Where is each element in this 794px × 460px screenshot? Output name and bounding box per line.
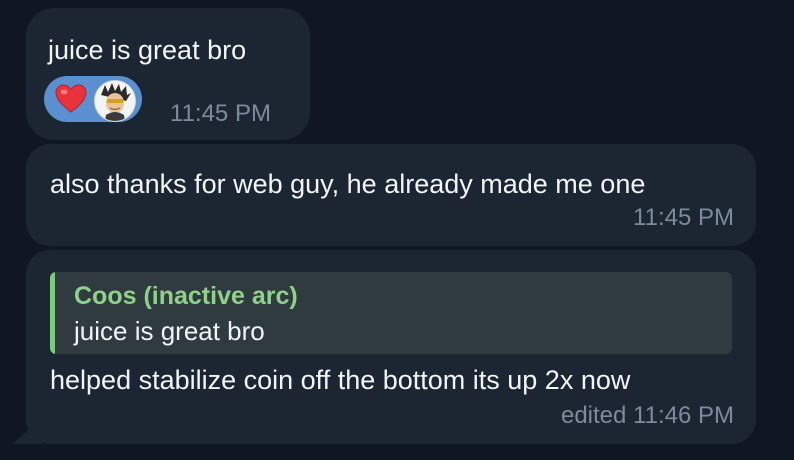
reply-quote[interactable]: Coos (inactive arc) juice is great bro [50, 272, 732, 354]
message-bubble[interactable]: also thanks for web guy, he already made… [26, 144, 756, 246]
reactions-pill[interactable] [44, 76, 142, 122]
reply-author: Coos (inactive arc) [74, 282, 298, 310]
user-avatar-icon [94, 80, 136, 122]
message-bubble[interactable]: Coos (inactive arc) juice is great bro h… [12, 250, 756, 444]
reply-text: juice is great bro [74, 316, 265, 346]
message-text: helped stabilize coin off the bottom its… [50, 365, 631, 395]
heart-icon [55, 84, 87, 113]
message-timestamp: edited 11:46 PM [560, 402, 734, 429]
message-timestamp: 11:45 PM [633, 204, 734, 231]
message-bubble[interactable]: juice is great bro 11:45 PM [26, 8, 310, 140]
message-text: also thanks for web guy, he already made… [50, 169, 646, 199]
message-timestamp: 11:45 PM [170, 100, 271, 127]
bubble-tail [12, 418, 42, 444]
message-text: juice is great bro [48, 35, 247, 65]
reply-accent-bar [50, 272, 55, 354]
